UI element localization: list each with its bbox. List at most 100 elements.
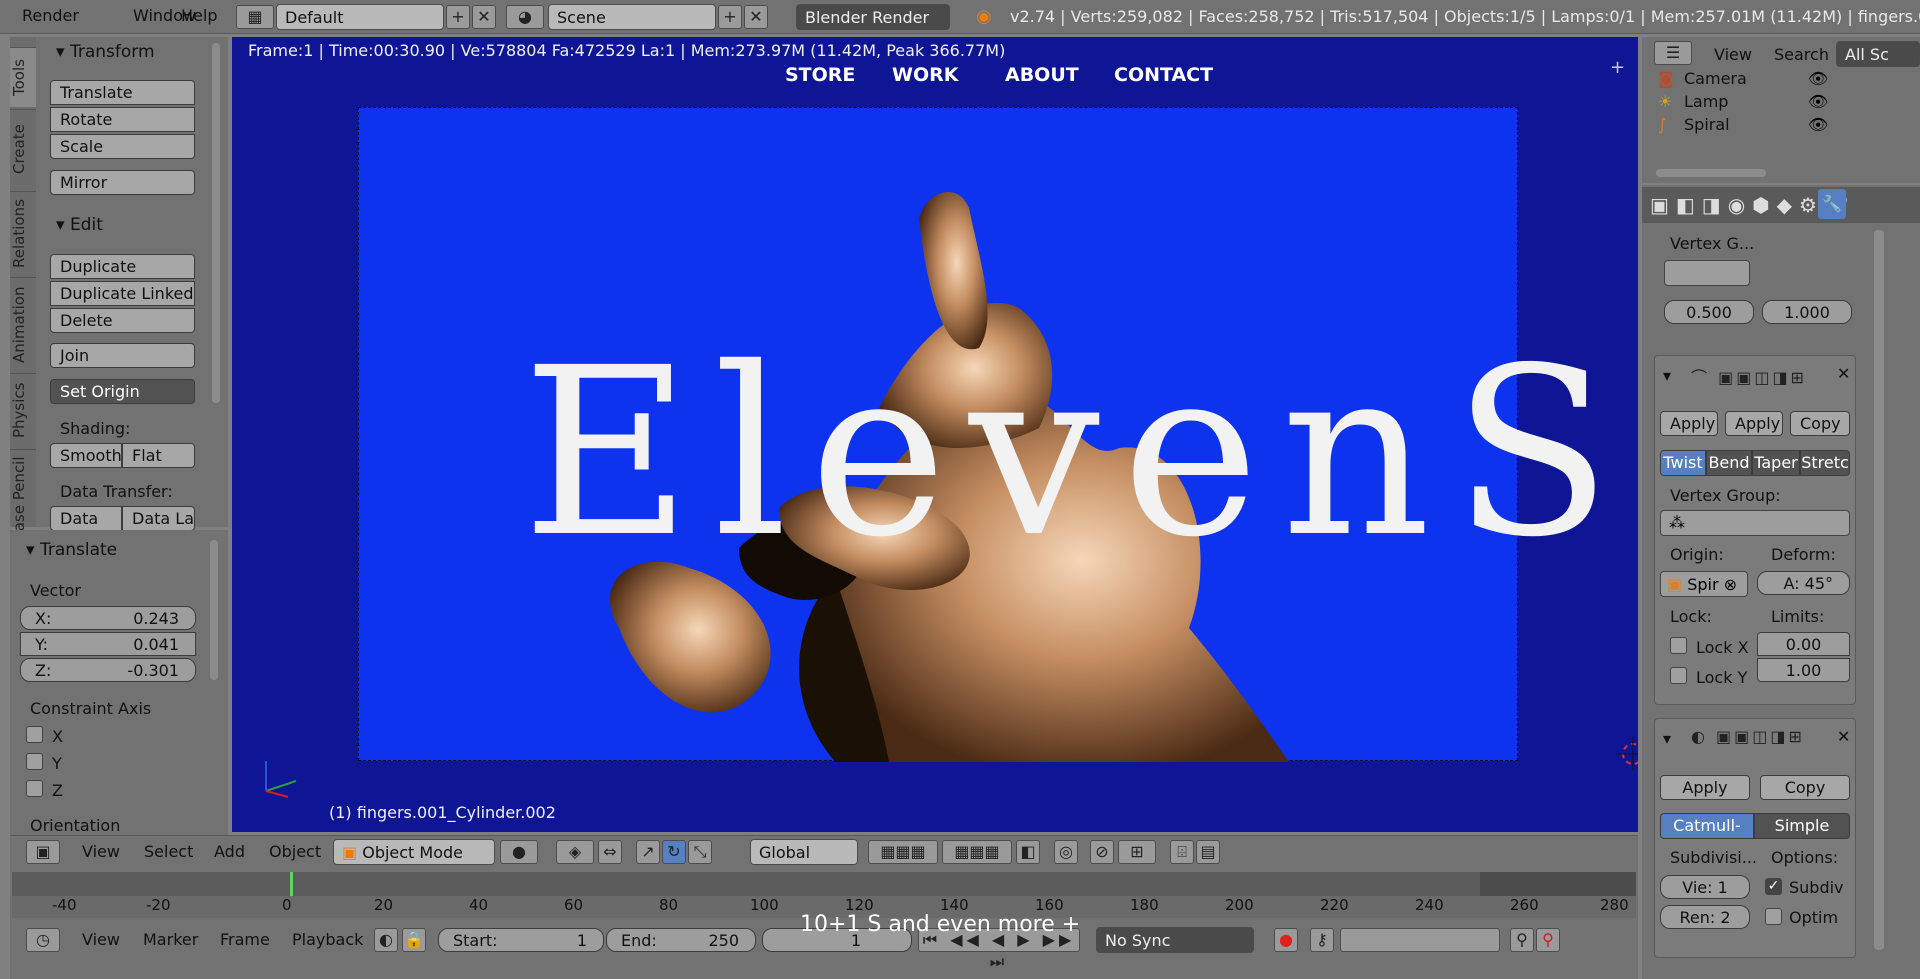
visibility-eye-icon[interactable]: 👁 <box>1808 69 1828 88</box>
timeline-view-menu[interactable]: View <box>82 930 120 949</box>
keying-set-icon[interactable]: ⚷ <box>1310 928 1334 952</box>
tab-tools[interactable]: Tools <box>10 47 36 107</box>
keying-set-field[interactable] <box>1340 928 1500 952</box>
delete-button[interactable]: Delete <box>50 308 195 333</box>
scene-icon[interactable]: ◕ <box>506 5 544 29</box>
add-scene-icon[interactable]: + <box>718 5 742 29</box>
vertex-group-field[interactable] <box>1664 260 1750 286</box>
rotate-button[interactable]: Rotate <box>50 107 195 132</box>
sync-mode-selector[interactable]: No Sync <box>1096 927 1254 953</box>
modifier-wrench-icon[interactable]: 🔧 <box>1818 189 1846 219</box>
outliner-row-lamp[interactable]: ☀ Lamp 👁 <box>1658 92 1916 114</box>
snap-element-icon[interactable]: ⊞ <box>1118 840 1156 864</box>
visibility-eye-icon[interactable]: 👁 <box>1808 115 1828 134</box>
scale-button[interactable]: Scale <box>50 134 195 159</box>
data-button[interactable]: Data <box>50 506 122 531</box>
copy-button[interactable]: Copy <box>1790 411 1850 436</box>
value-field-b[interactable]: 1.000 <box>1762 300 1852 324</box>
shading-mode-icon[interactable]: ● <box>500 840 538 864</box>
vector-z-field[interactable]: Z: -0.301 <box>20 658 196 682</box>
snap-icon[interactable]: ⊘ <box>1090 840 1114 864</box>
opengl-anim-icon[interactable]: ▤ <box>1196 840 1220 864</box>
limit-min-field[interactable]: 0.00 <box>1757 632 1850 656</box>
apply-button[interactable]: Apply <box>1660 411 1718 436</box>
redo-scrollbar[interactable] <box>210 540 218 680</box>
nav-store-link[interactable]: STORE <box>785 64 855 86</box>
constraint-y-checkbox[interactable] <box>26 753 43 770</box>
subdiv-uv-checkbox[interactable]: ✓ <box>1765 878 1782 895</box>
transform-orientation-selector[interactable]: Global <box>750 839 858 865</box>
render-layer-icon[interactable]: ◧ <box>1016 840 1040 864</box>
vector-y-field[interactable]: Y: 0.041 <box>20 632 196 656</box>
outliner-row-camera[interactable]: ◙ Camera 👁 <box>1658 69 1916 91</box>
manipulator-icon[interactable]: ⇔ <box>598 840 622 864</box>
clear-icon[interactable]: ⊗ <box>1724 575 1737 594</box>
remove-modifier-icon[interactable]: ✕ <box>1837 364 1850 383</box>
remove-scene-icon[interactable]: ✕ <box>744 5 768 29</box>
subsurf-copy-button[interactable]: Copy <box>1760 775 1850 800</box>
viewport-add-icon[interactable]: + <box>1610 57 1625 78</box>
outliner-search-menu[interactable]: Search <box>1774 45 1829 64</box>
translate-button[interactable]: Translate <box>50 80 195 105</box>
edit-panel-header[interactable]: ▾ Edit <box>56 215 103 235</box>
join-button[interactable]: Join <box>50 343 195 368</box>
flat-button[interactable]: Flat <box>122 443 195 468</box>
delete-keyframe-icon[interactable]: ⚲ <box>1536 928 1560 952</box>
timeline-marker-menu[interactable]: Marker <box>143 930 198 949</box>
add-menu[interactable]: Add <box>214 842 245 861</box>
value-field-a[interactable]: 0.500 <box>1664 300 1754 324</box>
nav-about-link[interactable]: ABOUT <box>1005 64 1079 86</box>
layers-grid-2-icon[interactable]: ▦▦▦ <box>942 840 1012 864</box>
tab-physics[interactable]: Physics <box>10 373 36 447</box>
editor-type-icon[interactable]: ▣ <box>26 840 60 864</box>
simple-tab[interactable]: Simple <box>1754 813 1850 839</box>
lock-y-checkbox[interactable] <box>1670 667 1687 684</box>
tab-relations[interactable]: Relations <box>10 191 36 275</box>
proportional-icon[interactable]: ◎ <box>1054 840 1078 864</box>
add-layout-icon[interactable]: + <box>446 5 470 29</box>
set-origin-dropdown[interactable]: Set Origin <box>50 379 195 404</box>
outliner-editor-icon[interactable]: ☰ <box>1654 41 1692 65</box>
3d-viewport[interactable]: Frame:1 | Time:00:30.90 | Ve:578804 Fa:4… <box>232 37 1638 832</box>
limit-max-field[interactable]: 1.00 <box>1757 658 1850 682</box>
lock-range-icon[interactable]: 🔒 <box>402 928 426 952</box>
apply-as-shape-button[interactable]: Apply <box>1725 411 1783 436</box>
translate-operator-header[interactable]: ▾ Translate <box>26 540 117 560</box>
duplicate-button[interactable]: Duplicate <box>50 254 195 279</box>
modifier-header-icons[interactable]: ◐ ▣▣◫◨⊞ <box>1691 727 1805 746</box>
record-icon[interactable]: ● <box>1274 928 1298 952</box>
layout-icon[interactable]: ▦ <box>236 5 274 29</box>
properties-scrollbar[interactable] <box>1874 230 1884 950</box>
end-frame-field[interactable]: End: 250 <box>606 928 756 952</box>
taper-tab[interactable]: Taper <box>1752 450 1800 476</box>
scale-manipulator-icon[interactable]: ⤡ <box>688 840 712 864</box>
modifier-header-icons[interactable]: ⌒ ▣▣◫◨⊞ <box>1691 364 1807 388</box>
view-menu[interactable]: View <box>82 842 120 861</box>
opengl-render-icon[interactable]: ⌹ <box>1170 840 1194 864</box>
insert-keyframe-icon[interactable]: ⚲ <box>1510 928 1534 952</box>
view-levels-field[interactable]: Vie: 1 <box>1660 875 1750 899</box>
deform-angle-field[interactable]: A: 45° <box>1757 571 1850 595</box>
collapse-arrow-icon[interactable]: ▾ <box>1663 366 1671 385</box>
render-levels-field[interactable]: Ren: 2 <box>1660 905 1750 929</box>
tools-scrollbar[interactable] <box>212 43 220 403</box>
menu-help[interactable]: Help <box>181 6 217 25</box>
mirror-button[interactable]: Mirror <box>50 170 195 195</box>
vertex-group-input[interactable]: ⁂ <box>1660 510 1850 536</box>
rotate-manipulator-icon[interactable]: ↻ <box>662 840 686 864</box>
scene-selector[interactable]: Scene <box>548 4 716 30</box>
bend-tab[interactable]: Bend <box>1706 450 1752 476</box>
origin-object-field[interactable]: ▣ Spir ⊗ <box>1660 571 1748 597</box>
timeline-frame-menu[interactable]: Frame <box>220 930 270 949</box>
mode-selector[interactable]: ▣ Object Mode <box>333 839 495 865</box>
remove-modifier-icon[interactable]: ✕ <box>1837 727 1850 746</box>
preview-range-icon[interactable]: ◐ <box>374 928 398 952</box>
vector-x-field[interactable]: X: 0.243 <box>20 606 196 630</box>
layers-grid-icon[interactable]: ▦▦▦ <box>868 840 938 864</box>
nav-work-link[interactable]: WORK <box>892 64 958 86</box>
translate-manipulator-icon[interactable]: ↗ <box>636 840 660 864</box>
menu-render[interactable]: Render <box>22 6 79 25</box>
outliner-hscrollbar[interactable] <box>1656 169 1766 177</box>
timeline-playback-menu[interactable]: Playback <box>292 930 363 949</box>
smooth-button[interactable]: Smooth <box>50 443 122 468</box>
